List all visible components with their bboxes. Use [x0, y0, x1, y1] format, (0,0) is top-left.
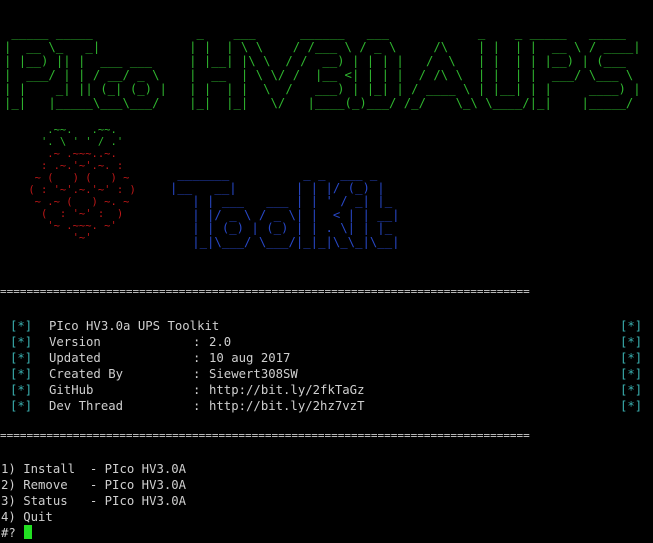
- bottom-separator: ========================================…: [0, 430, 530, 442]
- command-prompt[interactable]: #?: [1, 525, 32, 541]
- info-tag: [*]: [10, 399, 33, 413]
- info-tag: [*]: [620, 399, 643, 413]
- info-tag: [*]: [620, 319, 643, 333]
- raspberry-pi-icon: .~~. .~~. '. \ ' ' / .' .~ .~~~..~. : .~…: [28, 124, 136, 244]
- info-tag: [*]: [10, 351, 33, 365]
- info-colon: :: [193, 335, 201, 349]
- info-tag: [*]: [10, 367, 33, 381]
- info-tag: [*]: [620, 335, 643, 349]
- menu-list: 1) Install - PIco HV3.0A 2) Remove - PIc…: [1, 461, 186, 525]
- info-label: Updated: [49, 351, 101, 365]
- info-row-version: [*] Version : 2.0 [*]: [0, 334, 653, 350]
- info-row-dev-thread: [*] Dev Thread : http://bit.ly/2hz7vzT […: [0, 398, 653, 414]
- info-label: Dev Thread: [49, 399, 124, 413]
- info-row-github: [*] GitHub : http://bit.ly/2fkTaGz [*]: [0, 382, 653, 398]
- info-tag: [*]: [10, 335, 33, 349]
- info-colon: :: [193, 399, 201, 413]
- info-tag: [*]: [10, 383, 33, 397]
- info-value: Siewert308SW: [209, 367, 298, 381]
- info-title: PIco HV3.0a UPS Toolkit: [49, 319, 220, 333]
- info-panel: [*] PIco HV3.0a UPS Toolkit [*] [*] Vers…: [0, 318, 653, 414]
- menu-item-remove[interactable]: 2) Remove - PIco HV3.0A: [1, 477, 186, 493]
- menu-item-quit[interactable]: 4) Quit: [1, 509, 186, 525]
- top-separator: ========================================…: [0, 286, 530, 298]
- info-row-updated: [*] Updated : 10 aug 2017 [*]: [0, 350, 653, 366]
- info-title-row: [*] PIco HV3.0a UPS Toolkit [*]: [0, 318, 653, 334]
- info-tag: [*]: [620, 383, 643, 397]
- info-value: 10 aug 2017: [209, 351, 291, 365]
- info-row-created-by: [*] Created By : Siewert308SW [*]: [0, 366, 653, 382]
- info-value: 2.0: [209, 335, 232, 349]
- github-link[interactable]: http://bit.ly/2fkTaGz: [209, 382, 364, 398]
- info-tag: [*]: [620, 351, 643, 365]
- info-colon: :: [193, 351, 201, 365]
- dev-thread-link[interactable]: http://bit.ly/2hz7vzT: [209, 398, 364, 414]
- text-cursor[interactable]: [23, 525, 32, 539]
- info-label: Version: [49, 335, 101, 349]
- prompt-text: #?: [1, 526, 16, 540]
- toolkit-logo-text: _______ _ _ ___ _ |__ __| | | |/ (_) | |…: [170, 167, 400, 249]
- menu-item-status[interactable]: 3) Status - PIco HV3.0A: [1, 493, 186, 509]
- info-label: Created By: [49, 367, 124, 381]
- ascii-banner: _____ _____ _ ___ ______ ___ _ _ _____ _…: [4, 26, 641, 110]
- menu-item-install[interactable]: 1) Install - PIco HV3.0A: [1, 461, 186, 477]
- info-tag: [*]: [620, 367, 643, 381]
- info-tag: [*]: [10, 319, 33, 333]
- info-colon: :: [193, 367, 201, 381]
- info-colon: :: [193, 383, 201, 397]
- info-label: GitHub: [49, 383, 94, 397]
